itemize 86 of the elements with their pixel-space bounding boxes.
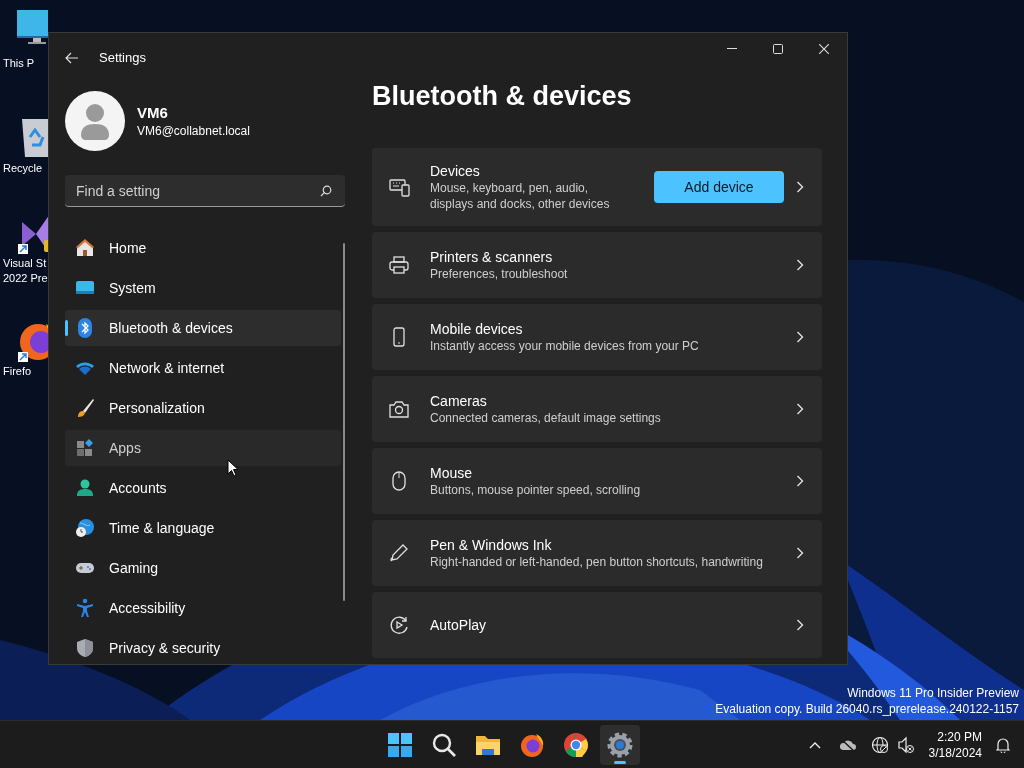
card-description: Connected cameras, default image settings — [430, 410, 662, 426]
clock-time[interactable]: 2:20 PM — [937, 728, 982, 745]
nav-item[interactable]: Accounts — [65, 470, 341, 506]
card-title: Printers & scanners — [430, 248, 554, 266]
camera-icon — [389, 399, 410, 419]
start-icon — [386, 731, 414, 759]
edition-notice: Windows 11 Pro Insider Preview — [847, 685, 1019, 701]
card-title: Cameras — [430, 392, 488, 410]
avatar-icon — [65, 91, 125, 151]
settings-card[interactable]: Printers & scanners Preferences, troubleshoot — [372, 232, 822, 298]
card-description: Right-handed or left-handed, pen button shortcuts, handwriting — [430, 554, 764, 570]
window-title: Settings — [99, 49, 146, 68]
desktop-icon-label[interactable]: Recycle — [0, 161, 43, 176]
autoplay-icon — [389, 615, 410, 635]
card-title: Pen & Windows Ink — [430, 536, 553, 554]
card-title: Devices — [430, 162, 481, 180]
settings-card[interactable]: Pen & Windows Ink Right-handed or left-handed, pen button shortcuts, handwriting — [372, 520, 822, 586]
chevron-right-icon — [796, 331, 804, 343]
page-title: Bluetooth & devices — [372, 80, 633, 113]
card-description: Instantly access your mobile devices from your PC — [430, 338, 700, 354]
desktop-icon-label[interactable]: Firefo — [0, 364, 32, 379]
chevron-right-icon — [796, 181, 804, 193]
chevron-right-icon — [796, 259, 804, 271]
maximize-icon — [773, 44, 783, 54]
gear-icon — [606, 731, 634, 759]
settings-card[interactable]: Cameras Connected cameras, default image settings — [372, 376, 822, 442]
selection-indicator — [65, 320, 68, 336]
cloud-icon[interactable] — [838, 737, 857, 752]
nav-item[interactable]: Time & language — [65, 510, 341, 546]
card-title: Mobile devices — [430, 320, 524, 338]
chevron-right-icon — [796, 403, 804, 415]
search-field[interactable]: Find a setting — [65, 175, 345, 207]
card-title: Mouse — [430, 464, 474, 482]
nav-item[interactable]: System — [65, 270, 341, 306]
chrome-icon — [562, 731, 590, 759]
search-icon — [430, 731, 458, 759]
back-icon[interactable] — [65, 52, 79, 64]
desktop-icon-label[interactable]: This P — [0, 56, 35, 71]
accessibility-figure-icon — [75, 598, 95, 618]
user-name: VM6 — [137, 103, 169, 123]
minimize-icon — [727, 48, 737, 50]
search-icon — [320, 185, 332, 197]
keyboard-phone-icon — [389, 177, 410, 197]
person-icon — [75, 478, 95, 498]
nav-item[interactable]: Privacy & security — [65, 630, 341, 664]
globe-icon[interactable] — [870, 735, 889, 754]
bell-icon[interactable] — [996, 736, 1010, 753]
globe-clock-icon — [75, 518, 95, 538]
nav-item[interactable]: Bluetooth & devices — [65, 310, 341, 346]
edition-notice: Evaluation copy. Build 26040.rs_prerelease.240122-1157 — [715, 701, 1019, 717]
card-description: Preferences, troubleshoot — [430, 266, 569, 282]
close-icon — [819, 44, 829, 54]
settings-card[interactable]: Devices Mouse, keyboard, pen, audio, displays and docks, other devices Add device — [372, 148, 822, 226]
settings-card[interactable]: Mobile devices Instantly access your mobile devices from your PC — [372, 304, 822, 370]
shield-icon — [75, 638, 95, 658]
desktop-icon-label[interactable]: 2022 Pre — [0, 271, 48, 286]
printer-icon — [389, 255, 410, 275]
nav-item[interactable]: Gaming — [65, 550, 341, 586]
scrollbar[interactable] — [343, 243, 345, 601]
nav-item[interactable]: Accessibility — [65, 590, 341, 626]
desktop-icon-label[interactable]: Visual St — [0, 256, 47, 271]
mouse-cursor-icon — [227, 459, 239, 477]
nav-item[interactable]: Apps — [65, 430, 341, 466]
chevron-right-icon — [796, 619, 804, 631]
chevron-up-icon[interactable] — [808, 740, 821, 749]
settings-card[interactable]: Mouse Buttons, mouse pointer speed, scrolling — [372, 448, 822, 514]
brush-icon — [75, 398, 95, 418]
clock-date[interactable]: 3/18/2024 — [928, 744, 982, 761]
nav-item[interactable]: Network & internet — [65, 350, 341, 386]
nav-item[interactable]: Home — [65, 230, 341, 266]
card-description: Buttons, mouse pointer speed, scrolling — [430, 482, 642, 498]
chevron-right-icon — [796, 475, 804, 487]
chevron-right-icon — [796, 547, 804, 559]
house-icon — [75, 238, 95, 258]
settings-card[interactable]: AutoPlay — [372, 592, 822, 658]
nav-item[interactable]: Personalization — [65, 390, 341, 426]
speaker-muted-icon[interactable] — [896, 735, 915, 754]
bluetooth-icon — [75, 318, 95, 338]
pen-icon — [389, 543, 410, 563]
card-description: Mouse, keyboard, pen, audio, displays and docks, other devices — [430, 180, 611, 212]
user-email: VM6@collabnet.local — [137, 123, 250, 139]
card-title: AutoPlay — [430, 616, 488, 634]
firefox-icon — [518, 731, 546, 759]
add-device-button[interactable]: Add device — [654, 171, 784, 203]
apps-icon — [75, 438, 95, 458]
running-indicator — [614, 761, 626, 764]
